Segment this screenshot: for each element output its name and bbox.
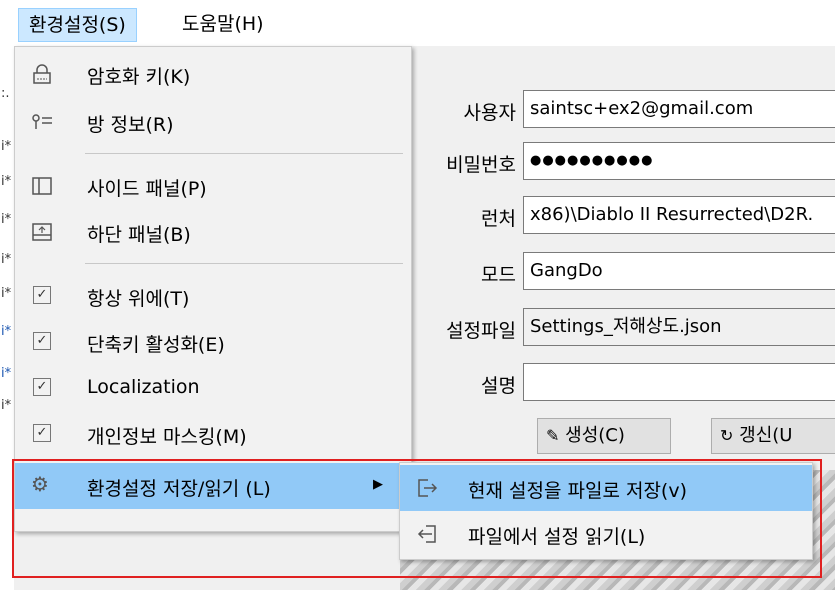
edit-icon: ✎ — [546, 426, 560, 445]
list-item: i* — [1, 324, 12, 339]
highlight-box — [12, 459, 822, 578]
menu-separator — [85, 153, 403, 154]
password-label: 비밀번호 — [446, 154, 516, 176]
create-button[interactable]: ✎ 생성(C) — [537, 418, 671, 454]
menu-item-label: 하단 패널(B) — [87, 224, 191, 246]
menu-separator — [85, 263, 403, 264]
menu-help[interactable]: 도움말(H) — [172, 8, 274, 40]
checkmark-icon: ✓ — [33, 286, 51, 304]
menu-item-room-info[interactable]: 방 정보(R) — [15, 99, 411, 145]
menu-item-label: 개인정보 마스킹(M) — [87, 426, 247, 448]
list-item: i* — [1, 212, 12, 227]
password-field[interactable]: ●●●●●●●●●● — [523, 142, 835, 180]
list-item: i* — [1, 366, 12, 381]
mode-label: 모드 — [481, 264, 516, 286]
description-label: 설명 — [481, 375, 516, 397]
menu-item-label: 방 정보(R) — [87, 114, 174, 136]
list-item: i* — [1, 398, 12, 413]
list-item: :. — [1, 86, 10, 101]
menu-item-side-panel[interactable]: 사이드 패널(P) — [15, 163, 411, 209]
checkmark-icon: ✓ — [33, 378, 51, 396]
list-item: i* — [1, 174, 12, 189]
menu-item-bottom-panel[interactable]: 하단 패널(B) — [15, 209, 411, 255]
update-button-label: 갱신(U — [739, 425, 793, 446]
key-list-icon — [32, 114, 52, 129]
settings-file-label: 설정파일 — [446, 320, 516, 342]
refresh-icon: ↻ — [720, 426, 734, 445]
checkmark-icon: ✓ — [33, 332, 51, 350]
menu-item-hotkey-enable[interactable]: ✓ 단축키 활성화(E) — [15, 319, 411, 365]
lock-icon — [33, 64, 51, 84]
side-panel-icon — [32, 177, 52, 195]
create-button-label: 생성(C) — [565, 425, 625, 446]
launcher-label: 런처 — [481, 208, 516, 230]
menu-item-localization[interactable]: ✓ Localization — [15, 365, 411, 411]
user-label: 사용자 — [463, 102, 516, 124]
checkmark-icon: ✓ — [33, 424, 51, 442]
list-item: i* — [1, 286, 12, 301]
mode-field[interactable]: GangDo — [523, 252, 835, 290]
menu-item-privacy-masking[interactable]: ✓ 개인정보 마스킹(M) — [15, 411, 411, 457]
menu-bar: 환경설정(S) 도움말(H) — [0, 0, 835, 46]
list-item: i* — [1, 252, 12, 267]
menu-item-label: Localization — [87, 376, 200, 398]
menu-item-encryption-key[interactable]: 암호화 키(K) — [15, 51, 411, 97]
description-field[interactable] — [523, 363, 835, 401]
launcher-field[interactable]: x86)\Diablo II Resurrected\D2R. — [523, 196, 835, 234]
menu-item-label: 암호화 키(K) — [87, 66, 191, 88]
update-button[interactable]: ↻ 갱신(U — [711, 418, 835, 454]
settings-file-field[interactable]: Settings_저해상도.json — [523, 308, 835, 346]
list-item: i* — [1, 139, 12, 154]
menu-item-label: 항상 위에(T) — [87, 288, 190, 310]
menu-item-always-on-top[interactable]: ✓ 항상 위에(T) — [15, 273, 411, 319]
menu-item-label: 단축키 활성화(E) — [87, 334, 225, 356]
bottom-panel-icon — [32, 223, 52, 241]
menu-item-label: 사이드 패널(P) — [87, 178, 207, 200]
user-field[interactable]: saintsc+ex2@gmail.com — [523, 90, 835, 128]
menu-settings[interactable]: 환경설정(S) — [18, 8, 137, 42]
